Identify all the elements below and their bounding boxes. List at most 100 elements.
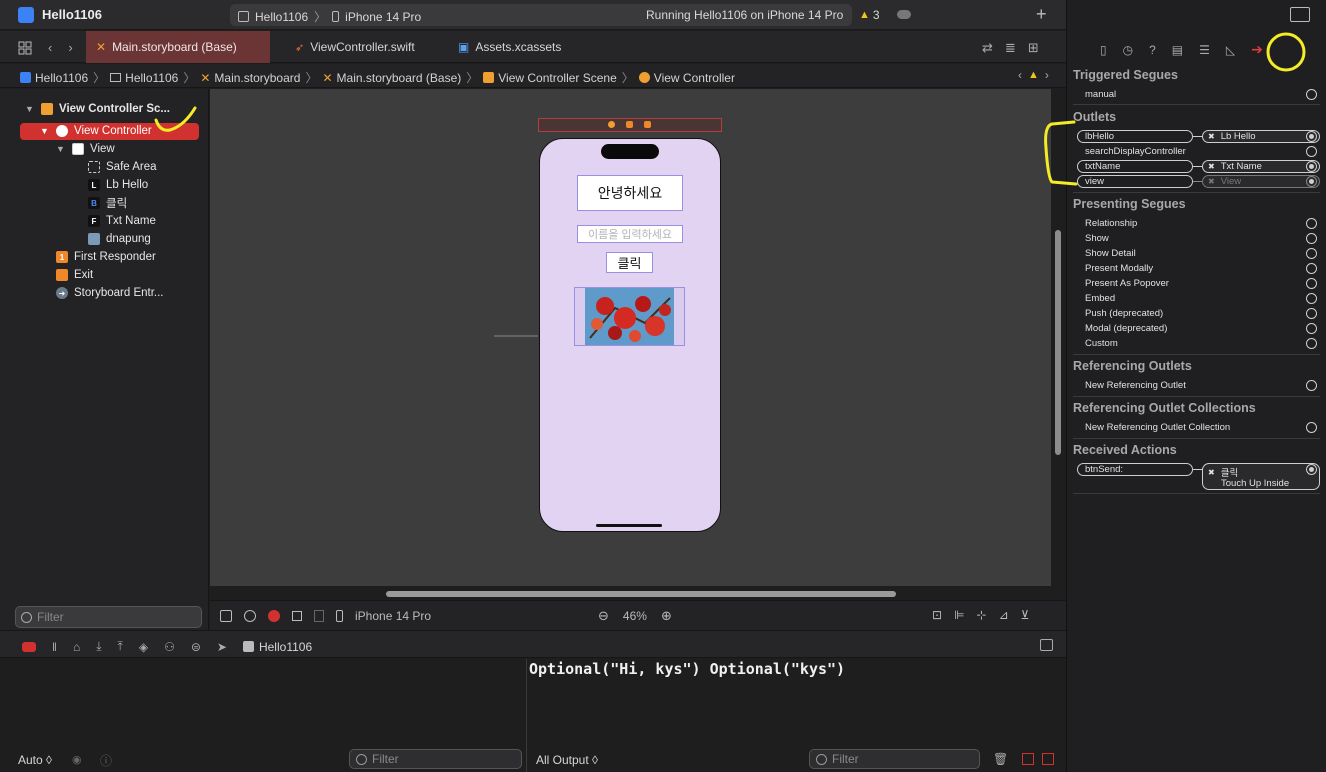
breadcrumb-storyboard-base[interactable]: ✕ Main.storyboard (Base) [322,71,461,85]
show-console-icon[interactable] [1042,753,1054,765]
align-icon[interactable]: ⊫ [954,608,964,622]
breadcrumb-folder[interactable]: Hello1106 [110,71,178,85]
grid-icon[interactable] [18,41,32,55]
segue-manual-connector[interactable] [1306,89,1317,100]
add-constraints-icon[interactable]: ⊹ [977,608,987,622]
back-icon[interactable]: ‹ [48,40,52,55]
outline-exit[interactable]: Exit [56,266,93,284]
outlet-lbhello-connector[interactable] [1306,131,1317,142]
split-icon[interactable] [314,610,324,622]
image-view[interactable] [574,287,685,346]
auto-selector[interactable]: Auto ◊ [18,753,52,767]
file-inspector-icon[interactable]: ▯ [1100,43,1107,57]
segue-relationship-connector[interactable] [1306,218,1317,229]
view-controller-icon[interactable] [608,121,615,128]
outline-view-controller[interactable]: ▼ View Controller [40,122,152,140]
editor-options-icon[interactable]: ≣ [1005,40,1016,56]
toggle-inspector-icon[interactable] [1290,7,1310,22]
remove-connection-icon[interactable]: ✖ [1208,177,1215,186]
exit-icon[interactable] [644,121,651,128]
vertical-scrollbar[interactable] [1055,230,1061,455]
orientation-icon[interactable] [292,611,302,621]
debug-target[interactable]: Hello1106 [242,640,312,654]
quick-help-icon[interactable]: ? [1149,43,1156,57]
outline-scene[interactable]: ▼ View Controller Sc... [25,100,170,118]
outlet-txtname[interactable]: txtName [1077,160,1193,173]
attributes-inspector-icon[interactable]: ☰ [1199,43,1210,57]
show-variables-icon[interactable] [1022,753,1034,765]
segue-present-modally-connector[interactable] [1306,263,1317,274]
outlet-view-connector[interactable] [1306,176,1317,187]
chevron-right-icon[interactable]: › [1045,68,1049,82]
scheme-selector-bar[interactable]: Hello1106 〉 iPhone 14 Pro Running Hello1… [230,4,911,26]
new-referencing-outlet-connector[interactable] [1306,380,1317,391]
appearance-icon[interactable] [268,610,280,622]
eye-icon[interactable]: ◉ [72,753,82,766]
outlet-lbhello[interactable]: lbHello [1077,130,1193,143]
chevron-down-icon[interactable]: ▼ [56,144,66,154]
outline-txt-name[interactable]: F Txt Name [88,212,156,230]
outline-lb-hello[interactable]: L Lb Hello [88,176,148,194]
chevron-down-icon[interactable]: ▼ [25,104,35,114]
debug-view-hierarchy-icon[interactable]: ◈ [139,640,148,654]
chevron-left-icon[interactable]: ‹ [1018,68,1022,82]
outlet-lbhello-target[interactable]: ✖ Lb Hello [1202,130,1320,143]
embed-in-icon[interactable]: ⊻ [1021,608,1030,622]
remove-connection-icon[interactable]: ✖ [1208,468,1215,477]
step-into-icon[interactable]: ⤓ [96,639,101,654]
outline-view[interactable]: ▼ View [56,140,115,158]
remove-connection-icon[interactable]: ✖ [1208,132,1215,141]
trash-icon[interactable]: 🗑 [993,752,1008,766]
breakpoints-icon[interactable] [22,641,36,652]
segue-embed-connector[interactable] [1306,293,1317,304]
tab-assets[interactable]: ▣ Assets.xcassets [448,31,571,63]
outlet-txtname-connector[interactable] [1306,161,1317,172]
outlet-search-display-connector[interactable] [1306,146,1317,157]
breadcrumb-view-controller[interactable]: View Controller [638,71,735,85]
breadcrumb-project[interactable]: Hello1106 [20,71,88,85]
connections-inspector-icon[interactable]: ➔ [1251,41,1263,58]
history-inspector-icon[interactable]: ◷ [1123,43,1133,57]
outlet-view[interactable]: view [1077,175,1193,188]
environment-overrides-icon[interactable]: ⊜ [191,640,201,654]
canvas-device-name[interactable]: iPhone 14 Pro [355,609,431,623]
update-frames-icon[interactable]: ⊡ [932,608,942,622]
segue-present-popover-connector[interactable] [1306,278,1317,289]
outline-image-view[interactable]: dnapung [88,230,151,248]
action-btnsend-target[interactable]: ✖ 클릭 Touch Up Inside [1202,463,1320,490]
related-items-icon[interactable]: ⇄ [982,40,993,56]
warning-icon[interactable]: ▲ [1028,69,1039,81]
identity-inspector-icon[interactable]: ▤ [1172,43,1183,57]
outlet-txtname-target[interactable]: ✖ Txt Name [1202,160,1320,173]
scheme-selector[interactable]: Hello1106 〉 iPhone 14 Pro [238,8,421,25]
action-btnsend[interactable]: btnSend: [1077,463,1193,476]
outline-filter-input[interactable]: Filter [15,606,202,628]
device-icon[interactable] [336,610,343,622]
hello-label[interactable]: 안녕하세요 [577,175,683,211]
pause-icon[interactable]: ‖ [52,640,57,654]
outline-button[interactable]: B 클릭 [88,194,127,212]
segue-show-detail-connector[interactable] [1306,248,1317,259]
tab-viewcontroller-swift[interactable]: ➶ ViewController.swift [285,31,425,63]
simulate-location-icon[interactable]: ➤ [217,640,227,654]
action-btnsend-connector[interactable] [1306,464,1317,475]
outlet-view-target[interactable]: ✖ View [1202,175,1320,188]
segue-push-connector[interactable] [1306,308,1317,319]
sidebar-toggle-icon[interactable] [220,610,232,622]
chevron-down-icon[interactable]: ▼ [40,126,50,136]
outline-first-responder[interactable]: 1 First Responder [56,248,156,266]
zoom-in-icon[interactable]: ⊕ [661,608,672,624]
add-button[interactable]: + [1036,4,1047,25]
outline-storyboard-entry[interactable]: ➜ Storyboard Entr... [56,284,164,302]
hide-debug-area-icon[interactable] [1040,639,1053,651]
tab-main-storyboard[interactable]: ✕ Main.storyboard (Base) [86,31,270,63]
cloud-icon[interactable] [897,10,911,19]
name-text-field[interactable]: 이름을 입력하세요 [577,225,683,243]
new-referencing-collection-connector[interactable] [1306,422,1317,433]
console-filter-input[interactable]: Filter [809,749,980,769]
forward-icon[interactable]: › [68,40,72,55]
add-editor-icon[interactable]: ⊞ [1028,40,1039,56]
segue-show-connector[interactable] [1306,233,1317,244]
click-button[interactable]: 클릭 [606,252,653,273]
breadcrumb-storyboard[interactable]: ✕ Main.storyboard [200,71,300,85]
